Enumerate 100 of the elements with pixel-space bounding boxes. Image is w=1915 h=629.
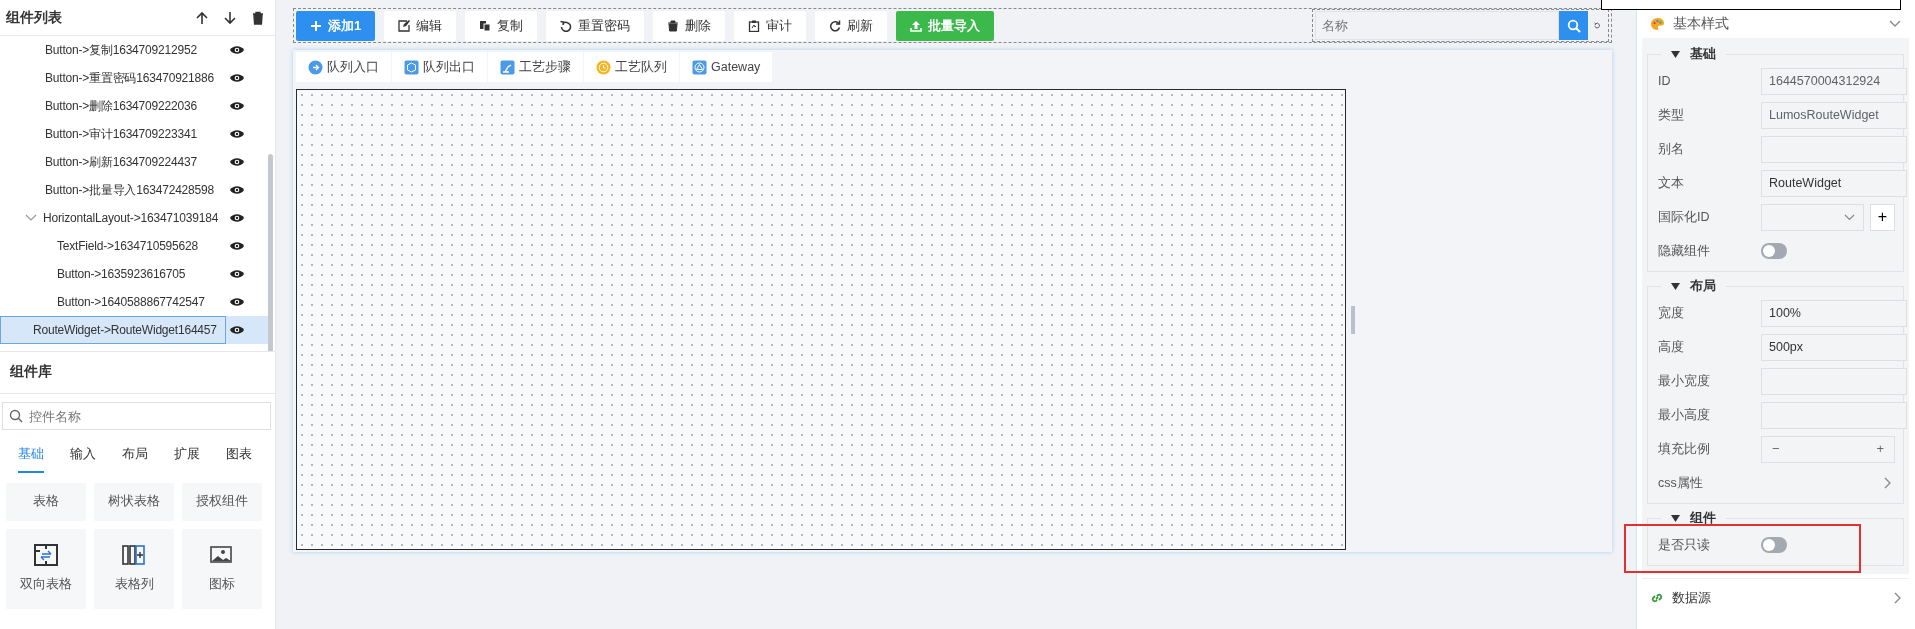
- chevron-right-icon[interactable]: [1894, 591, 1901, 604]
- chevron-down-icon[interactable]: [1889, 20, 1901, 28]
- tree-item[interactable]: Button->复制1634709212952: [0, 36, 268, 64]
- toggle-switch[interactable]: [1761, 537, 1787, 553]
- toggle-switch[interactable]: [1761, 243, 1787, 259]
- tree-item[interactable]: Button->1640588867742547: [0, 288, 268, 316]
- tree-item[interactable]: HorizontalLayout->163471039184: [0, 204, 268, 232]
- trash-icon: [251, 10, 265, 25]
- field-label: 隐藏组件: [1658, 242, 1711, 260]
- component-tile[interactable]: 树状表格: [94, 482, 174, 521]
- edit-icon: [398, 19, 411, 32]
- text-field[interactable]: RouteWidget: [1761, 169, 1907, 197]
- group-title: 组件: [1690, 509, 1716, 528]
- tree-item[interactable]: Button->审计1634709223341: [0, 120, 268, 148]
- tree-item-label: Button->复制1634709212952: [45, 42, 197, 59]
- eye-icon[interactable]: [229, 129, 245, 139]
- tree-item[interactable]: RouteWidget->RouteWidget164457: [0, 316, 268, 344]
- eye-icon[interactable]: [229, 241, 245, 251]
- toolbar-button[interactable]: 重置密码: [546, 10, 645, 41]
- cube-icon: [404, 59, 419, 75]
- add-button[interactable]: +: [1870, 203, 1895, 231]
- decrement-button[interactable]: −: [1768, 439, 1784, 459]
- arrow-down-button[interactable]: [223, 10, 237, 25]
- login-icon: [308, 59, 323, 75]
- component-tile[interactable]: 图标: [182, 528, 262, 609]
- tree-item[interactable]: Button->删除1634709222036: [0, 92, 268, 120]
- component-tile[interactable]: 表格: [6, 482, 86, 521]
- field-label: 宽度: [1658, 304, 1685, 322]
- section-title[interactable]: 数据源: [1672, 587, 1886, 608]
- component-tile[interactable]: 表格列: [94, 528, 174, 609]
- field-label: ID: [1658, 72, 1672, 90]
- tree-item[interactable]: TextField->1634710595628: [0, 232, 268, 260]
- category-tab[interactable]: 扩展: [174, 440, 200, 473]
- eye-icon[interactable]: [229, 101, 245, 111]
- text-field[interactable]: 100%: [1761, 299, 1907, 327]
- toolbar-button[interactable]: 编辑: [384, 10, 457, 41]
- toolbar-button[interactable]: 刷新: [815, 10, 888, 41]
- search-field[interactable]: 控件名称: [2, 402, 271, 430]
- node-tab[interactable]: Gateway: [680, 52, 773, 82]
- eye-icon[interactable]: [229, 185, 245, 195]
- chevron-icon[interactable]: [25, 214, 37, 222]
- text-field[interactable]: 500px: [1761, 333, 1907, 361]
- eye-icon[interactable]: [229, 73, 245, 83]
- toolbar-button[interactable]: 删除: [653, 10, 726, 41]
- resize-handle[interactable]: [1351, 305, 1355, 334]
- tree-item-label: Button->批量导入163472428598: [45, 182, 214, 199]
- section-title: 组件库: [0, 352, 275, 394]
- dot-grid-canvas[interactable]: [296, 89, 1346, 550]
- eye-icon[interactable]: [229, 297, 245, 307]
- node-tab[interactable]: 工艺步骤: [488, 52, 583, 82]
- eye-icon[interactable]: [229, 45, 245, 55]
- number-stepper[interactable]: − +: [1761, 435, 1895, 463]
- scrollbar[interactable]: [268, 154, 273, 351]
- field-label: 最小高度: [1658, 406, 1711, 424]
- tree-item[interactable]: Button->重置密码163470921886: [0, 64, 268, 92]
- clock-icon: [596, 59, 611, 75]
- palette-icon: [1650, 17, 1665, 31]
- eye-icon[interactable]: [229, 325, 245, 335]
- toolbar-button[interactable]: 审计: [734, 10, 807, 41]
- category-tab[interactable]: 图表: [226, 440, 252, 473]
- trash-button[interactable]: [251, 10, 265, 25]
- caret-icon[interactable]: [1671, 50, 1680, 58]
- search-button[interactable]: [1559, 11, 1588, 40]
- tree-item-label: HorizontalLayout->163471039184: [43, 210, 219, 227]
- category-tab[interactable]: 布局: [122, 440, 148, 473]
- table-column-icon: [121, 543, 147, 568]
- arrow-up-button[interactable]: [195, 10, 209, 25]
- node-tab[interactable]: 工艺队列: [584, 52, 679, 82]
- field-label: 高度: [1658, 338, 1685, 356]
- tree-item[interactable]: Button->1635923616705: [0, 260, 268, 288]
- component-tile[interactable]: 授权组件: [182, 482, 262, 521]
- select-field[interactable]: [1761, 203, 1864, 231]
- increment-button[interactable]: +: [1872, 439, 1888, 459]
- panel-title: 组件列表: [6, 8, 63, 27]
- caret-icon[interactable]: [1671, 514, 1680, 522]
- category-tab[interactable]: 输入: [70, 440, 96, 473]
- tree-item[interactable]: Button->刷新1634709224437: [0, 148, 268, 176]
- field-label: 文本: [1658, 174, 1685, 192]
- eye-icon[interactable]: [229, 213, 245, 223]
- node-tab[interactable]: 队列入口: [296, 52, 391, 82]
- eye-icon[interactable]: [229, 157, 245, 167]
- caret-icon[interactable]: [1671, 282, 1680, 290]
- component-tile[interactable]: 双向表格: [6, 528, 86, 609]
- group-title: 基础: [1690, 45, 1716, 64]
- settings-row[interactable]: css属性: [1658, 466, 1895, 500]
- eye-icon[interactable]: [229, 269, 245, 279]
- toolbar-button[interactable]: 复制: [465, 10, 538, 41]
- tree-item-label: Button->审计1634709223341: [45, 126, 197, 143]
- node-tab[interactable]: 队列出口: [392, 52, 487, 82]
- chevron-right-icon[interactable]: [1884, 477, 1891, 489]
- field-label: 是否只读: [1658, 536, 1711, 554]
- category-tab[interactable]: 基础: [18, 440, 44, 473]
- triangle-icon: [692, 59, 707, 75]
- search-icon: [1566, 18, 1581, 33]
- search-icon: [9, 409, 23, 423]
- chevron-down-icon: [1844, 213, 1855, 221]
- tree-item[interactable]: Button->批量导入163472428598: [0, 176, 268, 204]
- search-field[interactable]: 名称: [1315, 11, 1559, 40]
- field-label: 最小宽度: [1658, 372, 1711, 390]
- group-title: 布局: [1690, 277, 1716, 296]
